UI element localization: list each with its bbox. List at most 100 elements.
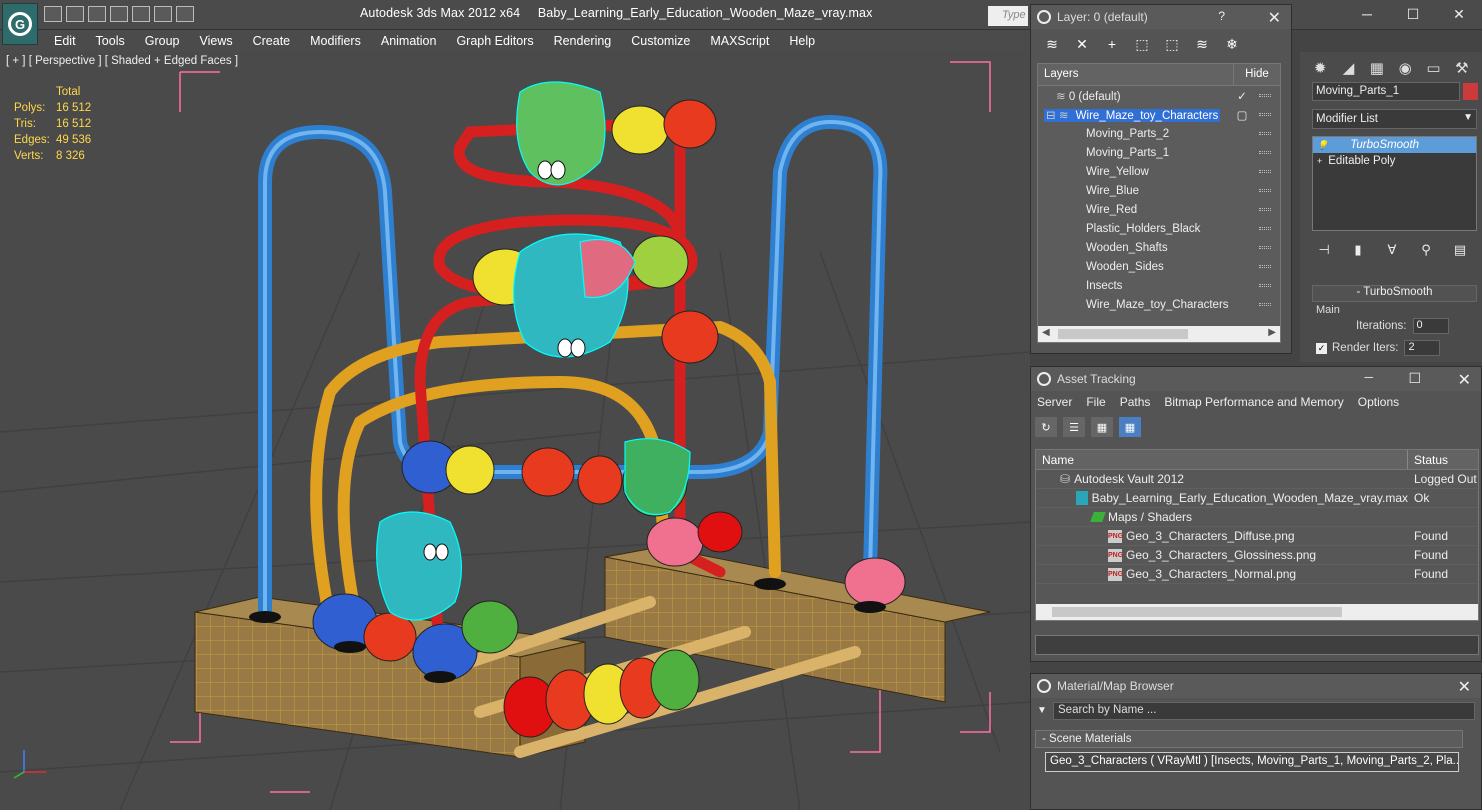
- render-iters-spinner[interactable]: 2: [1404, 340, 1441, 356]
- scrollbar-thumb[interactable]: [1052, 607, 1342, 617]
- hide-toggle[interactable]: [1250, 170, 1280, 173]
- new-scene-icon[interactable]: [88, 6, 106, 22]
- hide-column-header[interactable]: Hide: [1234, 64, 1280, 85]
- asset-menu-paths[interactable]: Paths: [1120, 395, 1151, 409]
- menu-item-animation[interactable]: Animation: [381, 34, 437, 48]
- minimize-icon[interactable]: ─: [1364, 370, 1373, 384]
- scrollbar-thumb[interactable]: [1058, 329, 1188, 339]
- create-tab-icon[interactable]: ✹: [1308, 56, 1332, 80]
- layer-row[interactable]: Moving_Parts_2: [1038, 124, 1280, 143]
- asset-menu-options[interactable]: Options: [1358, 395, 1399, 409]
- maximize-icon[interactable]: ☐: [1408, 370, 1421, 387]
- layer-row[interactable]: Wire_Yellow: [1038, 162, 1280, 181]
- material-list-item[interactable]: Geo_3_Characters ( VRayMtl ) [Insects, M…: [1045, 752, 1459, 772]
- layer-row[interactable]: ⊟ ≋ Wire_Maze_toy_Characters ▢: [1038, 105, 1280, 124]
- hide-toggle[interactable]: [1250, 94, 1280, 97]
- asset-row[interactable]: PNG Geo_3_Characters_Glossiness.png Found: [1036, 546, 1478, 565]
- layer-row[interactable]: Wooden_Sides: [1038, 257, 1280, 276]
- menu-item-views[interactable]: Views: [199, 34, 232, 48]
- hold-icon[interactable]: [110, 6, 128, 22]
- motion-tab-icon[interactable]: ◉: [1393, 56, 1417, 80]
- modify-tab-icon[interactable]: ◢: [1336, 56, 1360, 80]
- menu-item-graph-editors[interactable]: Graph Editors: [456, 34, 533, 48]
- perspective-viewport[interactable]: [ + ] [ Perspective ] [ Shaded + Edged F…: [0, 52, 1030, 810]
- asset-row[interactable]: Baby_Learning_Early_Education_Wooden_Maz…: [1036, 489, 1478, 508]
- status-column-header[interactable]: Status: [1408, 450, 1478, 469]
- pin-stack-icon[interactable]: ⊣: [1312, 240, 1336, 260]
- modifier-stack-item[interactable]: 💡 TurboSmooth: [1313, 137, 1476, 153]
- close-icon[interactable]: ✕: [1458, 370, 1471, 390]
- list-view-icon[interactable]: ☰: [1063, 417, 1085, 437]
- browser-options-icon[interactable]: ▼: [1037, 705, 1047, 716]
- menu-item-rendering[interactable]: Rendering: [554, 34, 612, 48]
- iterations-spinner[interactable]: 0: [1412, 318, 1449, 334]
- display-tab-icon[interactable]: ▭: [1421, 56, 1445, 80]
- asset-menu-file[interactable]: File: [1086, 395, 1105, 409]
- name-column-header[interactable]: Name: [1036, 450, 1408, 469]
- menu-item-modifiers[interactable]: Modifiers: [310, 34, 361, 48]
- open-file-icon[interactable]: [44, 6, 62, 22]
- show-end-result-icon[interactable]: ▮: [1346, 240, 1370, 260]
- hide-toggle[interactable]: [1250, 227, 1280, 230]
- table-view-icon[interactable]: ▦: [1119, 417, 1141, 437]
- asset-row[interactable]: Maps / Shaders: [1036, 508, 1478, 527]
- thumbnail-view-icon[interactable]: ▦: [1091, 417, 1113, 437]
- layer-row[interactable]: Insects: [1038, 276, 1280, 295]
- turbosmooth-rollout-header[interactable]: - TurboSmooth: [1312, 285, 1477, 302]
- menu-item-tools[interactable]: Tools: [96, 34, 125, 48]
- scene-materials-group[interactable]: - Scene Materials: [1035, 730, 1463, 748]
- qat-dropdown-icon[interactable]: [176, 6, 194, 22]
- minimize-button[interactable]: ─: [1344, 0, 1390, 28]
- expand-icon[interactable]: +: [1317, 156, 1322, 166]
- layer-row[interactable]: Wooden_Shafts: [1038, 238, 1280, 257]
- layer-row[interactable]: Wire_Maze_toy_Characters: [1038, 295, 1280, 314]
- hierarchy-tab-icon[interactable]: ▦: [1365, 56, 1389, 80]
- utilities-tab-icon[interactable]: ⚒: [1450, 56, 1474, 80]
- hide-toggle[interactable]: [1250, 151, 1280, 154]
- layers-column-header[interactable]: Layers: [1038, 64, 1234, 85]
- project-folder-icon[interactable]: [154, 6, 172, 22]
- layer-row[interactable]: Plastic_Holders_Black: [1038, 219, 1280, 238]
- delete-layer-icon[interactable]: ✕: [1071, 35, 1093, 53]
- menu-item-maxscript[interactable]: MAXScript: [710, 34, 769, 48]
- refresh-icon[interactable]: ↻: [1035, 417, 1057, 437]
- app-menu-button[interactable]: G: [2, 3, 38, 45]
- horizontal-scrollbar[interactable]: ◀ ▶: [1038, 326, 1280, 342]
- highlight-layer-icon[interactable]: ⬚: [1161, 35, 1183, 53]
- object-color-swatch[interactable]: [1463, 83, 1478, 100]
- hide-toggle[interactable]: [1250, 246, 1280, 249]
- layer-row[interactable]: ≋ 0 (default) ✓: [1038, 86, 1280, 105]
- material-search-input[interactable]: Search by Name ...: [1053, 702, 1475, 720]
- object-name-field[interactable]: Moving_Parts_1: [1312, 82, 1460, 101]
- asset-menu-bitmap-performance-and-memory[interactable]: Bitmap Performance and Memory: [1164, 395, 1343, 409]
- hide-toggle[interactable]: [1250, 265, 1280, 268]
- close-icon[interactable]: ✕: [1268, 8, 1281, 28]
- save-icon[interactable]: [66, 6, 84, 22]
- modifier-list-dropdown[interactable]: Modifier List ▼: [1312, 109, 1477, 129]
- layer-row[interactable]: Moving_Parts_1: [1038, 143, 1280, 162]
- remove-modifier-icon[interactable]: ⚲: [1414, 240, 1438, 260]
- hide-all-icon[interactable]: ≋: [1191, 35, 1213, 53]
- freeze-all-icon[interactable]: ❄: [1221, 35, 1243, 53]
- create-layer-icon[interactable]: ≋: [1041, 35, 1063, 53]
- hide-toggle[interactable]: [1250, 208, 1280, 211]
- help-icon[interactable]: ?: [1218, 9, 1225, 23]
- fetch-icon[interactable]: [132, 6, 150, 22]
- hide-toggle[interactable]: [1250, 132, 1280, 135]
- asset-row[interactable]: PNG Geo_3_Characters_Normal.png Found: [1036, 565, 1478, 584]
- close-icon[interactable]: ✕: [1458, 677, 1471, 697]
- modifier-stack-item[interactable]: + Editable Poly: [1313, 153, 1476, 169]
- hide-toggle[interactable]: [1250, 303, 1280, 306]
- horizontal-scrollbar[interactable]: [1036, 604, 1478, 620]
- render-iters-checkbox[interactable]: ✓: [1316, 342, 1327, 354]
- lightbulb-icon[interactable]: 💡: [1317, 140, 1328, 151]
- layer-row[interactable]: Wire_Blue: [1038, 181, 1280, 200]
- asset-row[interactable]: ⛁ Autodesk Vault 2012 Logged Out: [1036, 470, 1478, 489]
- configure-sets-icon[interactable]: ▤: [1448, 240, 1472, 260]
- hide-toggle[interactable]: [1250, 113, 1280, 116]
- make-unique-icon[interactable]: ∀: [1380, 240, 1404, 260]
- menu-item-help[interactable]: Help: [789, 34, 815, 48]
- menu-item-group[interactable]: Group: [145, 34, 180, 48]
- maximize-button[interactable]: ☐: [1390, 0, 1436, 28]
- asset-menu-server[interactable]: Server: [1037, 395, 1072, 409]
